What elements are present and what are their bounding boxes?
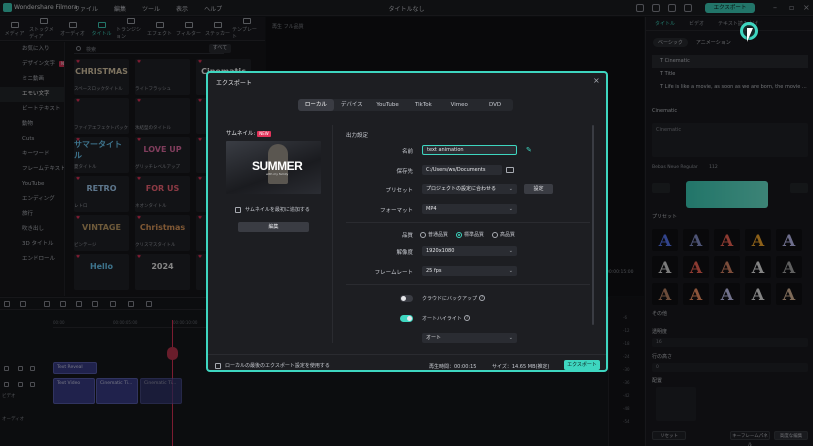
radio-button[interactable] bbox=[420, 231, 426, 238]
cloud-backup-label: クラウドにバックアップ bbox=[422, 296, 478, 302]
dialog-scrollbar[interactable] bbox=[592, 125, 594, 325]
chevron-down-icon: ⌄ bbox=[508, 186, 513, 192]
auto-highlight-label: オートハイライト bbox=[422, 316, 462, 322]
ai-rename-icon[interactable]: ✎ bbox=[526, 147, 535, 154]
quality-options: 普通品質 標準品質 高品質 bbox=[420, 231, 515, 238]
quality-option-label: 普通品質 bbox=[428, 232, 449, 238]
add-thumbnail-checkbox[interactable] bbox=[235, 206, 241, 213]
quality-option-label: 高品質 bbox=[500, 232, 516, 238]
name-label: 名前 bbox=[401, 149, 413, 155]
radio-button[interactable] bbox=[492, 231, 499, 238]
resolution-value: 1920x1080 bbox=[426, 248, 455, 254]
auto-highlight-toggle[interactable] bbox=[400, 315, 413, 322]
output-settings-title: 出力設定 bbox=[346, 133, 369, 139]
tab-dvd[interactable]: DVD bbox=[477, 99, 513, 111]
framerate-value: 25 fps bbox=[426, 268, 442, 274]
tab-device[interactable]: デバイス bbox=[334, 99, 370, 111]
name-input[interactable]: text animation bbox=[422, 145, 517, 155]
duration-info: 再生時間：00:00:15 bbox=[429, 364, 477, 370]
quality-option-normal[interactable]: 普通品質 bbox=[420, 231, 448, 238]
resolution-select[interactable]: 1920x1080 ⌄ bbox=[422, 246, 517, 256]
tab-vimeo[interactable]: Vimeo bbox=[441, 99, 477, 111]
preset-settings-button[interactable]: 設定 bbox=[524, 184, 553, 194]
folder-icon[interactable] bbox=[506, 167, 514, 173]
export-target-tabs: ローカル デバイス YouTube TikTok Vimeo DVD bbox=[298, 99, 513, 111]
highlight-mode-value: オート bbox=[426, 335, 442, 341]
dialog-title: エクスポート bbox=[216, 80, 252, 87]
use-last-settings-label: ローカルの最後のエクスポート設定を使用する bbox=[225, 363, 330, 369]
framerate-label: フレームレート bbox=[374, 270, 413, 276]
quality-option-standard[interactable]: 標準品質 bbox=[456, 231, 484, 238]
format-label: フォーマット bbox=[379, 208, 413, 214]
cloud-backup-toggle[interactable] bbox=[400, 295, 413, 302]
radio-button[interactable] bbox=[456, 231, 463, 238]
format-value: MP4 bbox=[426, 206, 437, 212]
highlight-mode-select[interactable]: オート ⌄ bbox=[422, 333, 517, 343]
new-badge: NEW bbox=[257, 130, 271, 137]
chevron-down-icon: ⌄ bbox=[508, 335, 513, 341]
use-last-settings-option[interactable]: ローカルの最後のエクスポート設定を使用する bbox=[215, 362, 330, 369]
dialog-footer: ローカルの最後のエクスポート設定を使用する 再生時間：00:00:15 サイズ：… bbox=[208, 354, 606, 370]
resolution-label: 解像度 bbox=[396, 250, 413, 256]
size-info: サイズ：14.65 MB(推定) bbox=[492, 364, 550, 370]
chevron-down-icon: ⌄ bbox=[508, 268, 513, 274]
save-path-input[interactable]: C:/Users/ws/Documents bbox=[422, 165, 502, 175]
section-divider bbox=[346, 284, 590, 285]
preset-value: プロジェクトの設定に合わせる bbox=[426, 186, 497, 192]
tab-tiktok[interactable]: TikTok bbox=[405, 99, 441, 111]
tab-local[interactable]: ローカル bbox=[298, 99, 334, 111]
quality-option-label: 標準品質 bbox=[464, 232, 485, 238]
mouse-cursor-icon bbox=[747, 28, 753, 42]
tab-youtube[interactable]: YouTube bbox=[370, 99, 406, 111]
help-icon[interactable]: ? bbox=[464, 315, 470, 321]
quality-option-high[interactable]: 高品質 bbox=[492, 231, 515, 238]
format-select[interactable]: MP4 ⌄ bbox=[422, 204, 517, 214]
export-dialog: エクスポート × ローカル デバイス YouTube TikTok Vimeo … bbox=[206, 71, 608, 372]
help-icon[interactable]: ? bbox=[479, 295, 485, 301]
close-icon[interactable]: × bbox=[593, 76, 600, 85]
chevron-down-icon: ⌄ bbox=[508, 248, 513, 254]
preset-label: プリセット bbox=[385, 188, 413, 194]
add-thumbnail-label: サムネイルを最初に追加する bbox=[245, 207, 310, 213]
chevron-down-icon: ⌄ bbox=[508, 206, 513, 212]
export-button[interactable]: エクスポート bbox=[564, 360, 600, 370]
edit-thumbnail-button[interactable]: 編集 bbox=[238, 222, 309, 232]
thumbnail-preview[interactable]: SUMMER with my family bbox=[226, 141, 321, 194]
use-last-settings-checkbox[interactable] bbox=[215, 362, 221, 369]
thumbnail-subtitle: with my family bbox=[266, 172, 289, 176]
thumbnail-title: SUMMER bbox=[252, 159, 303, 173]
section-divider bbox=[346, 222, 590, 223]
add-thumbnail-option[interactable]: サムネイルを最初に追加する bbox=[235, 206, 310, 213]
thumbnail-label: サムネイル: NEW bbox=[226, 129, 271, 137]
save-path-label: 保存先 bbox=[396, 169, 413, 175]
dialog-divider bbox=[332, 125, 333, 343]
preset-select[interactable]: プロジェクトの設定に合わせる ⌄ bbox=[422, 184, 517, 194]
quality-label: 品質 bbox=[401, 233, 413, 239]
framerate-select[interactable]: 25 fps ⌄ bbox=[422, 266, 517, 276]
thumbnail-label-text: サムネイル: bbox=[226, 131, 256, 137]
